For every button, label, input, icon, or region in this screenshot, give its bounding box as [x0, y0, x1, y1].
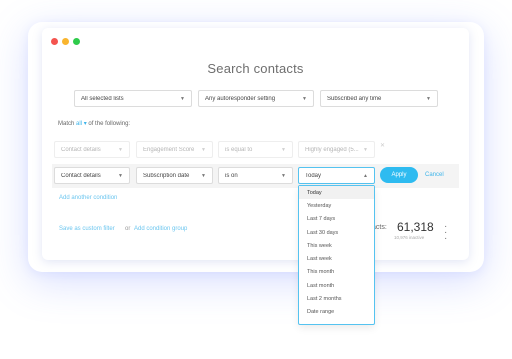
chevron-down-icon: ▼	[118, 146, 123, 153]
match-prefix: Match	[58, 121, 75, 127]
chevron-down-icon: ▼	[426, 95, 431, 102]
match-suffix: of the following:	[88, 121, 131, 127]
operator-select[interactable]: is on ▼	[218, 167, 293, 184]
criteria-select[interactable]: Subscription date ▼	[136, 167, 213, 184]
autoresponder-select-label: Any autoresponder setting	[205, 95, 276, 102]
apply-button[interactable]: Apply	[380, 167, 418, 183]
faded-field-label: Contact details	[61, 146, 101, 153]
date-value-select[interactable]: Today ▲	[298, 167, 375, 184]
faded-criteria-select[interactable]: Engagement Score ▼	[136, 141, 213, 158]
chevron-down-icon: ▼	[363, 146, 368, 153]
search-contacts-window: Search contacts All selected lists ▼ Any…	[42, 28, 469, 325]
add-group-link[interactable]: Add condition group	[134, 226, 187, 232]
chevron-down-icon: ▼	[118, 172, 123, 179]
minimize-window-dot[interactable]	[62, 38, 69, 45]
more-options-icon[interactable]: · · ·	[444, 222, 447, 244]
field-select-label: Contact details	[61, 172, 101, 179]
dropdown-option[interactable]: Last month	[299, 279, 374, 292]
dropdown-option[interactable]: Today	[299, 186, 374, 200]
faded-value-label: Highly engaged (5...	[305, 146, 359, 153]
maximize-window-dot[interactable]	[73, 38, 80, 45]
lists-select[interactable]: All selected lists ▼	[74, 90, 192, 107]
dropdown-option[interactable]: Date range	[299, 306, 374, 319]
faded-operator-label: is equal to	[225, 146, 253, 153]
subscribed-select-label: Subscribed any time	[327, 95, 382, 102]
chevron-up-icon: ▲	[363, 172, 368, 179]
chevron-down-icon: ▼	[180, 95, 185, 102]
dropdown-option[interactable]: Last 30 days	[299, 226, 374, 239]
contacts-count: 61,318	[397, 220, 434, 234]
dropdown-option[interactable]: Yesterday	[299, 199, 374, 212]
faded-field-select[interactable]: Contact details ▼	[54, 141, 130, 158]
chevron-down-icon: ▼	[201, 172, 206, 179]
faded-operator-select[interactable]: is equal to ▼	[218, 141, 293, 158]
operator-select-label: is on	[225, 172, 238, 179]
match-mode-label: all	[76, 121, 83, 127]
field-select[interactable]: Contact details ▼	[54, 167, 130, 184]
autoresponder-select[interactable]: Any autoresponder setting ▼	[198, 90, 314, 107]
or-text: or	[125, 226, 131, 232]
lists-select-label: All selected lists	[81, 95, 124, 102]
date-dropdown-menu: Today Yesterday Last 7 days Last 30 days…	[298, 185, 375, 325]
window-controls	[51, 38, 80, 45]
subscribed-select[interactable]: Subscribed any time ▼	[320, 90, 438, 107]
add-condition-link[interactable]: Add another condition	[59, 195, 117, 201]
match-mode-select[interactable]: all ▾	[76, 121, 87, 127]
date-value-label: Today	[305, 172, 322, 179]
chevron-down-icon: ▼	[281, 172, 286, 179]
remove-condition-icon[interactable]: ✕	[380, 142, 385, 149]
dropdown-option[interactable]: This month	[299, 266, 374, 279]
faded-value-select[interactable]: Highly engaged (5... ▼	[298, 141, 375, 158]
chevron-down-icon: ▼	[281, 146, 286, 153]
match-line: Match all ▾ of the following:	[58, 120, 130, 127]
save-filter-link[interactable]: Save as custom filter	[59, 226, 115, 232]
dropdown-option[interactable]: Last week	[299, 252, 374, 265]
dropdown-option[interactable]: Last 7 days	[299, 213, 374, 226]
cancel-button[interactable]: Cancel	[425, 172, 444, 178]
faded-criteria-label: Engagement Score	[143, 146, 195, 153]
criteria-select-label: Subscription date	[143, 172, 190, 179]
dropdown-option[interactable]: Last 2 months	[299, 292, 374, 305]
dropdown-option[interactable]: This week	[299, 239, 374, 252]
page-title: Search contacts	[207, 61, 304, 76]
inactive-count: 10,976 inactive	[394, 235, 425, 240]
close-window-dot[interactable]	[51, 38, 58, 45]
chevron-down-icon: ▼	[302, 95, 307, 102]
chevron-down-icon: ▼	[201, 146, 206, 153]
